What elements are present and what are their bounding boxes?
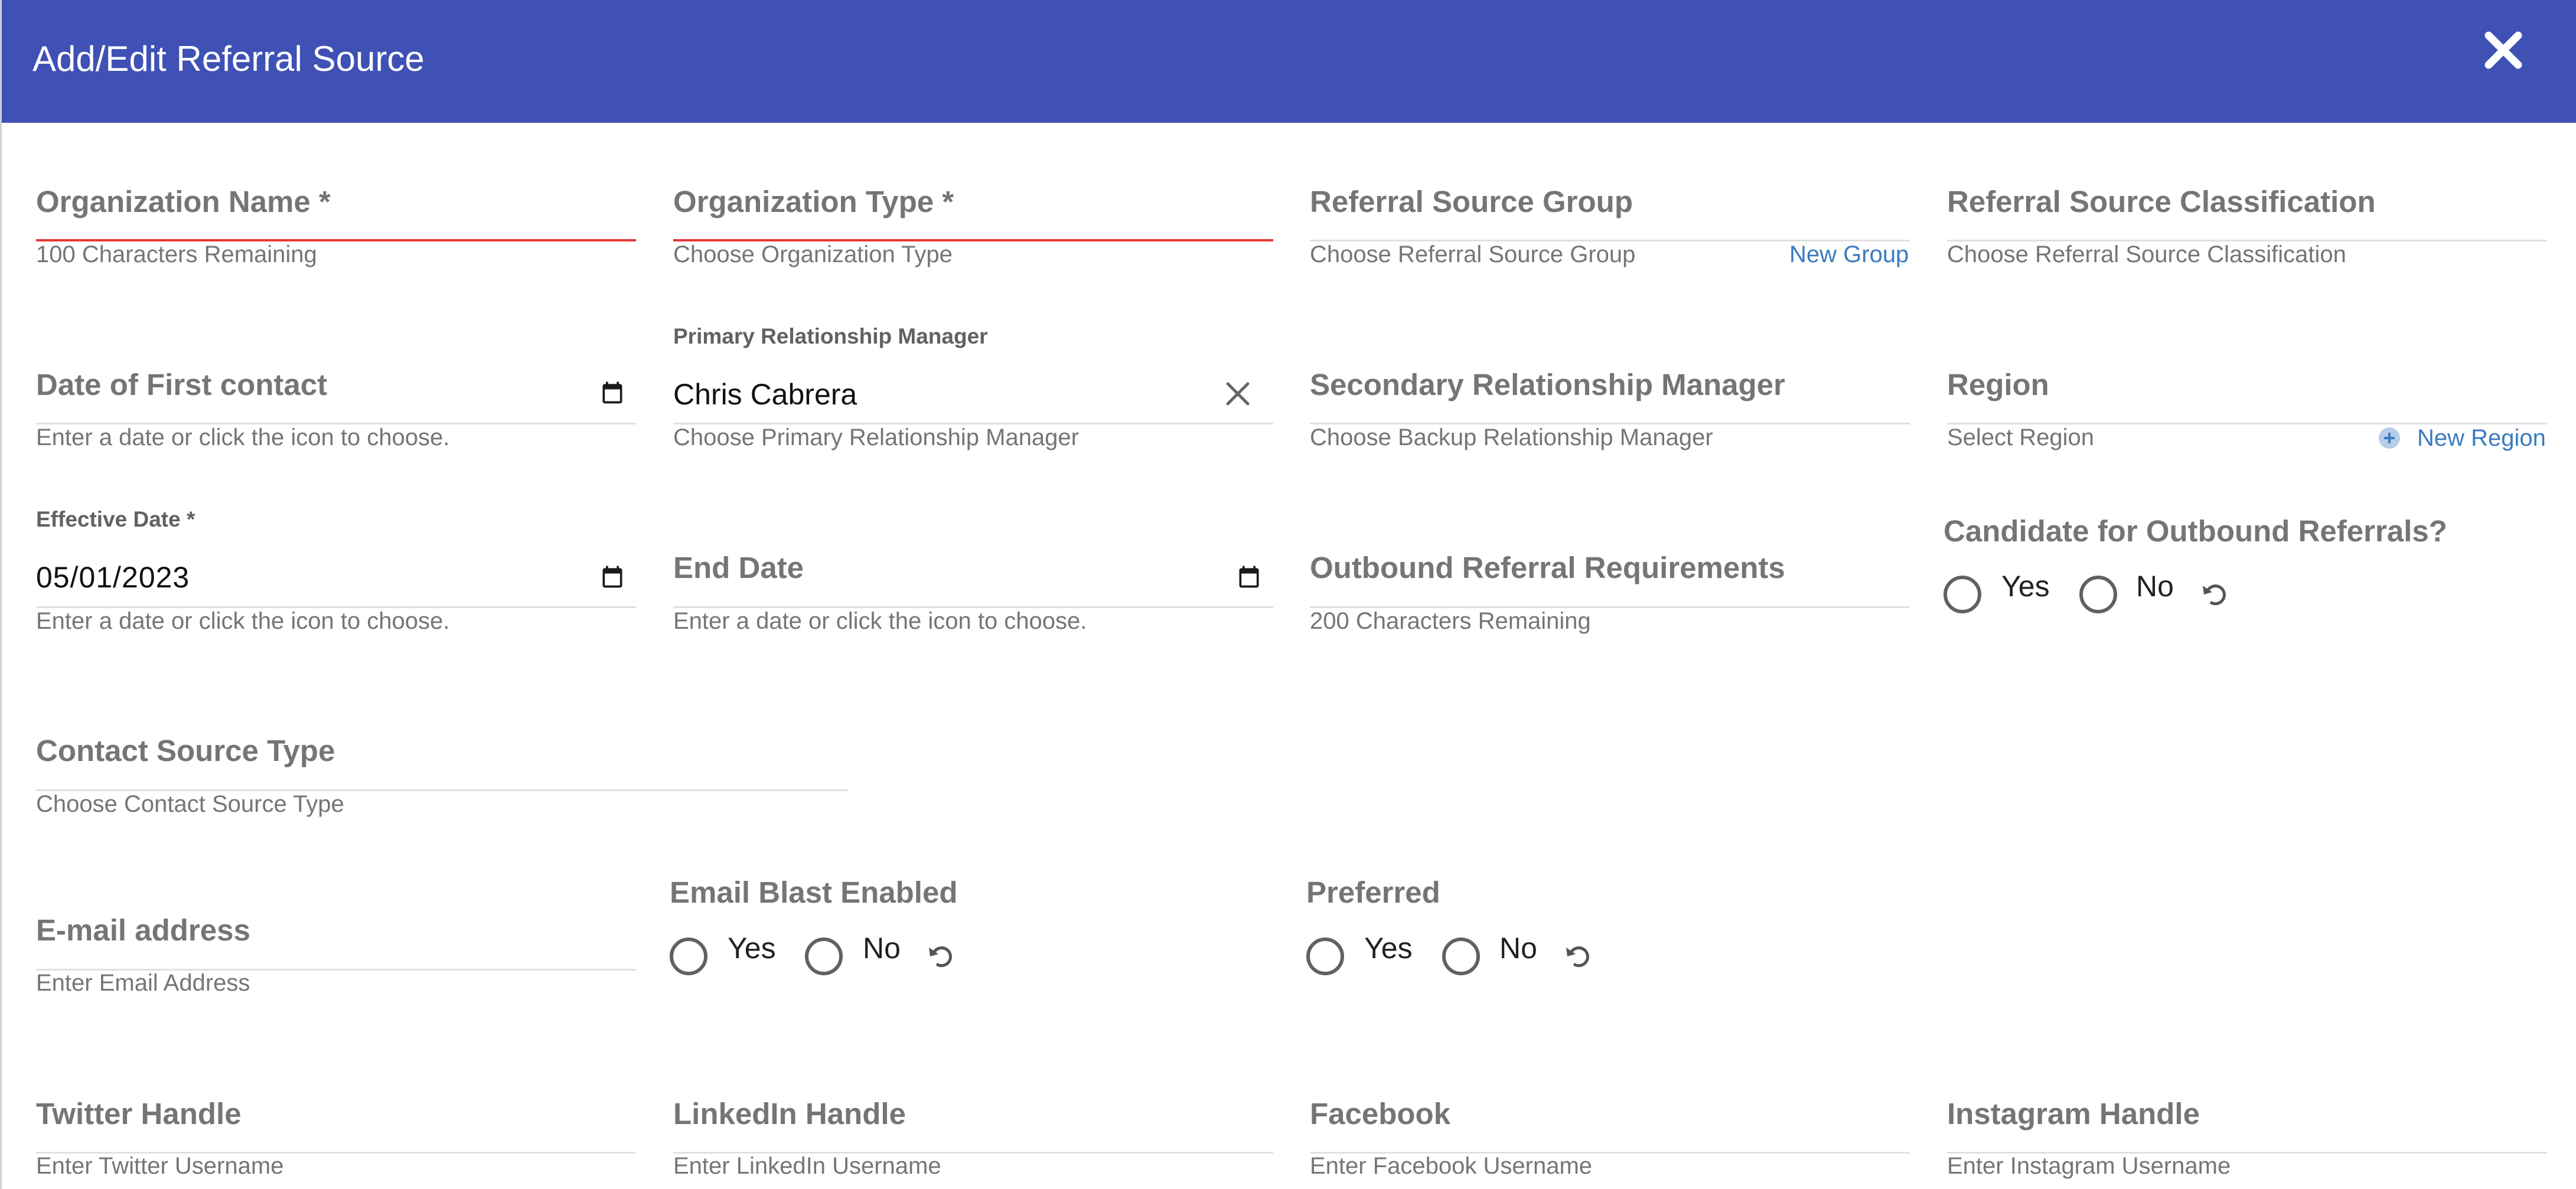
undo-icon bbox=[929, 946, 952, 968]
primary-relationship-manager-value: Chris Cabrera bbox=[673, 378, 857, 411]
email-label: E-mail address bbox=[36, 913, 250, 947]
add-circle-icon bbox=[2379, 427, 2400, 449]
referral-source-group-helper: Choose Referral Source Group bbox=[1310, 241, 1636, 267]
contact-source-type-helper: Choose Contact Source Type bbox=[36, 791, 344, 817]
date-first-contact-label: Date of First contact bbox=[36, 368, 328, 401]
email-blast-reset-button[interactable] bbox=[924, 939, 957, 972]
primary-relationship-manager-label: Primary Relationship Manager bbox=[673, 324, 988, 348]
new-region-link[interactable]: New Region bbox=[2417, 424, 2546, 452]
date-first-contact-calendar-button[interactable] bbox=[599, 380, 625, 406]
outbound-referral-requirements-helper: 200 Characters Remaining bbox=[1310, 608, 1591, 634]
end-date-label: End Date bbox=[673, 551, 804, 584]
organization-name-label: Organization Name * bbox=[36, 185, 331, 218]
effective-date-label: Effective Date * bbox=[36, 507, 195, 531]
dialog-title: Add/Edit Referral Source bbox=[32, 39, 425, 79]
preferred-no-radio[interactable] bbox=[1442, 938, 1480, 975]
organization-type-helper: Choose Organization Type bbox=[673, 241, 953, 267]
new-region-add-button[interactable] bbox=[2378, 426, 2401, 450]
close-button[interactable] bbox=[2480, 27, 2527, 74]
email-helper: Enter Email Address bbox=[36, 970, 250, 996]
effective-date-calendar-button[interactable] bbox=[599, 564, 625, 590]
calendar-icon bbox=[602, 566, 622, 588]
preferred-no-label: No bbox=[1499, 932, 1537, 965]
candidate-outbound-label: Candidate for Outbound Referrals? bbox=[1944, 514, 2447, 548]
email-blast-no-radio[interactable] bbox=[805, 938, 843, 975]
email-blast-yes-radio[interactable] bbox=[670, 938, 707, 975]
email-blast-yes-label: Yes bbox=[728, 932, 776, 965]
primary-relationship-manager-helper: Choose Primary Relationship Manager bbox=[673, 424, 1079, 450]
preferred-reset-button[interactable] bbox=[1561, 939, 1594, 972]
effective-date-helper: Enter a date or click the icon to choose… bbox=[36, 608, 450, 634]
candidate-outbound-no-label: No bbox=[2136, 570, 2174, 603]
close-icon bbox=[2484, 31, 2522, 69]
undo-icon bbox=[1566, 946, 1589, 968]
date-first-contact-helper: Enter a date or click the icon to choose… bbox=[36, 424, 450, 450]
email-blast-no-label: No bbox=[863, 932, 901, 965]
secondary-relationship-manager-helper: Choose Backup Relationship Manager bbox=[1310, 424, 1713, 450]
twitter-helper: Enter Twitter Username bbox=[36, 1153, 284, 1179]
region-label: Region bbox=[1947, 368, 2049, 401]
instagram-helper: Enter Instagram Username bbox=[1947, 1153, 2231, 1179]
clear-icon bbox=[1226, 382, 1250, 406]
referral-source-dialog: Add/Edit Referral Source Organization Na… bbox=[0, 0, 2576, 1189]
referral-source-classification-helper: Choose Referral Source Classification bbox=[1947, 241, 2346, 267]
dialog-header: Add/Edit Referral Source bbox=[2, 0, 2576, 123]
instagram-label: Instagram Handle bbox=[1947, 1097, 2200, 1131]
linkedin-helper: Enter LinkedIn Username bbox=[673, 1153, 941, 1179]
secondary-relationship-manager-label: Secondary Relationship Manager bbox=[1310, 368, 1785, 401]
organization-name-helper: 100 Characters Remaining bbox=[36, 241, 317, 267]
candidate-outbound-no-radio[interactable] bbox=[2079, 576, 2117, 613]
referral-source-classification-label: Referral Source Classification bbox=[1947, 185, 2376, 218]
candidate-outbound-reset-button[interactable] bbox=[2197, 577, 2231, 610]
calendar-icon bbox=[602, 381, 622, 404]
undo-icon bbox=[2203, 584, 2226, 606]
region-helper: Select Region bbox=[1947, 424, 2095, 450]
candidate-outbound-yes-radio[interactable] bbox=[1944, 576, 1981, 613]
contact-source-type-label: Contact Source Type bbox=[36, 734, 335, 767]
linkedin-label: LinkedIn Handle bbox=[673, 1097, 906, 1131]
facebook-label: Facebook bbox=[1310, 1097, 1451, 1131]
clear-primary-manager-button[interactable] bbox=[1223, 379, 1253, 409]
new-group-link[interactable]: New Group bbox=[1789, 240, 1909, 269]
outbound-referral-requirements-label: Outbound Referral Requirements bbox=[1310, 551, 1785, 584]
organization-type-label: Organization Type * bbox=[673, 185, 954, 218]
calendar-icon bbox=[1239, 566, 1259, 588]
twitter-label: Twitter Handle bbox=[36, 1097, 242, 1131]
preferred-label: Preferred bbox=[1306, 876, 1440, 909]
facebook-helper: Enter Facebook Username bbox=[1310, 1153, 1593, 1179]
end-date-helper: Enter a date or click the icon to choose… bbox=[673, 608, 1087, 634]
effective-date-value: 05/01/2023 bbox=[36, 561, 190, 594]
referral-source-group-label: Referral Source Group bbox=[1310, 185, 1633, 218]
candidate-outbound-yes-label: Yes bbox=[2001, 570, 2050, 603]
email-blast-label: Email Blast Enabled bbox=[670, 876, 958, 909]
preferred-yes-radio[interactable] bbox=[1306, 938, 1344, 975]
end-date-calendar-button[interactable] bbox=[1236, 564, 1262, 590]
preferred-yes-label: Yes bbox=[1364, 932, 1413, 965]
